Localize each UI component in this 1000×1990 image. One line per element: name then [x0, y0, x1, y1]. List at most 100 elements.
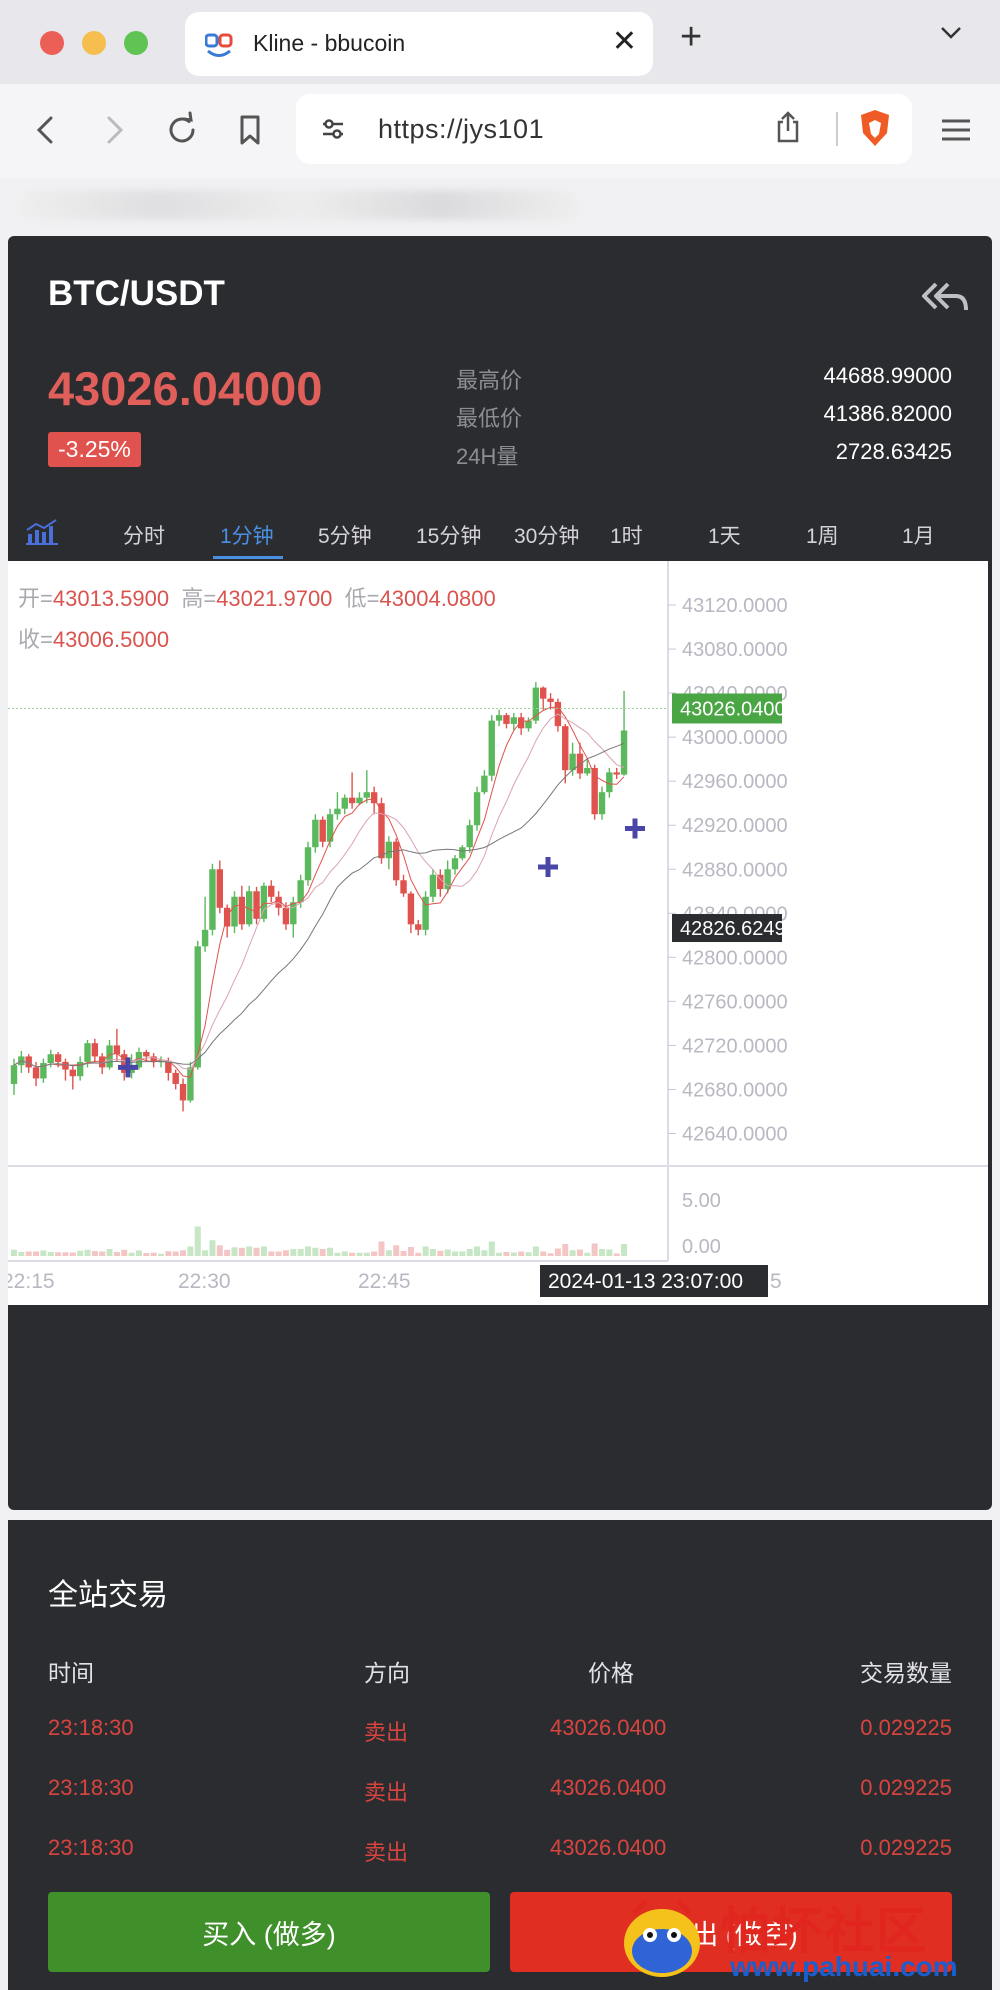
tab-bar: Kline - bbucoin ✕ +	[0, 0, 1000, 84]
chart-type-icon[interactable]	[24, 518, 60, 548]
volume-bar	[547, 1253, 554, 1256]
trade-price: 43026.0400	[550, 1775, 667, 1800]
volume-bar	[194, 1226, 201, 1256]
period-tab-active[interactable]: 1分钟	[220, 520, 274, 550]
volume-bar	[18, 1252, 25, 1256]
volume-bar	[121, 1249, 128, 1256]
menu-hamburger-icon[interactable]	[934, 108, 978, 152]
kline-chart[interactable]: 43120.000043080.000043040.000043000.0000…	[8, 561, 988, 1491]
candle-body	[451, 858, 459, 870]
trade-price: 43026.0400	[550, 1715, 667, 1740]
volume-bar	[466, 1249, 473, 1256]
volume-bar	[576, 1249, 583, 1256]
browser-tab[interactable]: Kline - bbucoin ✕	[185, 12, 653, 76]
low-label: 低=	[344, 586, 380, 611]
address-bar[interactable]: https://jys101	[296, 94, 912, 164]
period-tab[interactable]: 5分钟	[318, 520, 372, 550]
candle-body	[415, 924, 422, 930]
volume-bar	[84, 1249, 91, 1256]
crosshair-time-label: 2024-01-13 23:07:00	[548, 1270, 743, 1293]
period-tab[interactable]: 1周	[806, 520, 839, 550]
period-tab[interactable]: 15分钟	[416, 520, 481, 550]
candle-body	[341, 797, 348, 809]
candle-body	[209, 869, 216, 930]
tab-list-chevron-icon[interactable]	[940, 26, 962, 40]
y-tick-label: 42640.0000	[682, 1123, 788, 1145]
bookmark-icon[interactable]	[228, 108, 272, 152]
back-arrow-icon[interactable]	[24, 108, 68, 152]
share-icon[interactable]	[774, 110, 802, 144]
x-tick-label: 22:15	[8, 1270, 55, 1293]
candle-body	[510, 717, 517, 724]
volume-bar	[327, 1247, 334, 1256]
close-window-button[interactable]	[40, 31, 64, 55]
stat-low-value: 41386.82000	[823, 401, 952, 426]
buy-long-button[interactable]: 买入 (做多)	[48, 1892, 490, 1972]
volume-bar	[459, 1251, 466, 1256]
volume-bar	[216, 1245, 223, 1256]
close-label: 收=	[18, 627, 53, 652]
period-tab[interactable]: 1月	[902, 520, 935, 550]
y-tick-label: 43000.0000	[682, 727, 788, 749]
y-tick-label: 43080.0000	[682, 639, 788, 661]
volume-bar	[584, 1252, 591, 1256]
candle-body	[231, 896, 238, 927]
volume-bar	[187, 1246, 194, 1256]
candle-body	[304, 847, 312, 881]
reload-icon[interactable]	[160, 108, 204, 152]
high-value: 43021.9700	[216, 586, 333, 611]
tab-close-icon[interactable]: ✕	[612, 24, 637, 59]
trades-title: 全站交易	[48, 1579, 168, 1612]
url-text: https://jys101	[378, 114, 545, 144]
y-tick-label: 42680.0000	[682, 1079, 788, 1101]
reply-all-back-icon[interactable]	[920, 280, 968, 314]
candle-body	[459, 847, 466, 859]
ohlc-row-2: 收=43006.5000	[18, 622, 169, 654]
new-tab-icon[interactable]: +	[680, 18, 702, 56]
y-tick-label: 42800.0000	[682, 947, 788, 969]
site-settings-icon[interactable]	[320, 116, 346, 142]
candle-body	[10, 1065, 18, 1084]
trade-amount: 0.029225	[860, 1835, 952, 1860]
forward-arrow-icon[interactable]	[92, 108, 136, 152]
y-tick-label: 42720.0000	[682, 1035, 788, 1057]
candle-body	[47, 1054, 54, 1064]
watermark-url: www.pahuai.com	[730, 1951, 958, 1982]
volume-bar	[128, 1252, 135, 1256]
minimize-window-button[interactable]	[82, 31, 106, 55]
volume-bar	[474, 1246, 481, 1256]
volume-bar	[91, 1251, 98, 1256]
candle-body	[194, 946, 201, 1068]
stat-high-value: 44688.99000	[823, 363, 952, 388]
x-tick-label: 22:30	[178, 1270, 231, 1293]
candle-body	[363, 792, 370, 798]
open-value: 43013.5900	[52, 586, 170, 611]
volume-bar	[510, 1252, 517, 1256]
volume-bar	[224, 1249, 231, 1256]
volume-bar	[312, 1247, 319, 1256]
period-tab[interactable]: 1天	[708, 520, 741, 550]
candle-body	[576, 753, 584, 774]
trading-pair: BTC/USDT	[48, 274, 225, 313]
brave-shield-icon[interactable]	[858, 108, 892, 148]
candle-body	[517, 717, 525, 729]
period-tab[interactable]: 分时	[123, 520, 165, 550]
candle-body	[606, 772, 613, 793]
candle-body	[187, 1067, 194, 1101]
volume-bar	[246, 1246, 253, 1256]
period-tab[interactable]: 30分钟	[514, 520, 579, 550]
volume-bar	[47, 1252, 54, 1256]
volume-bar	[540, 1251, 547, 1256]
candle-body	[503, 715, 510, 724]
volume-bar	[11, 1249, 17, 1256]
period-tab[interactable]: 1时	[610, 520, 643, 550]
volume-bar	[371, 1251, 378, 1256]
maximize-window-button[interactable]	[124, 31, 148, 55]
volume-bar	[260, 1246, 267, 1256]
y-tick-label: 42960.0000	[682, 771, 788, 793]
trade-time: 23:18:30	[48, 1835, 134, 1860]
trade-time: 23:18:30	[48, 1775, 134, 1800]
candle-body	[253, 891, 260, 919]
volume-bar	[422, 1246, 429, 1256]
kline-chart-svg[interactable]: 43120.000043080.000043040.000043000.0000…	[8, 561, 988, 1491]
